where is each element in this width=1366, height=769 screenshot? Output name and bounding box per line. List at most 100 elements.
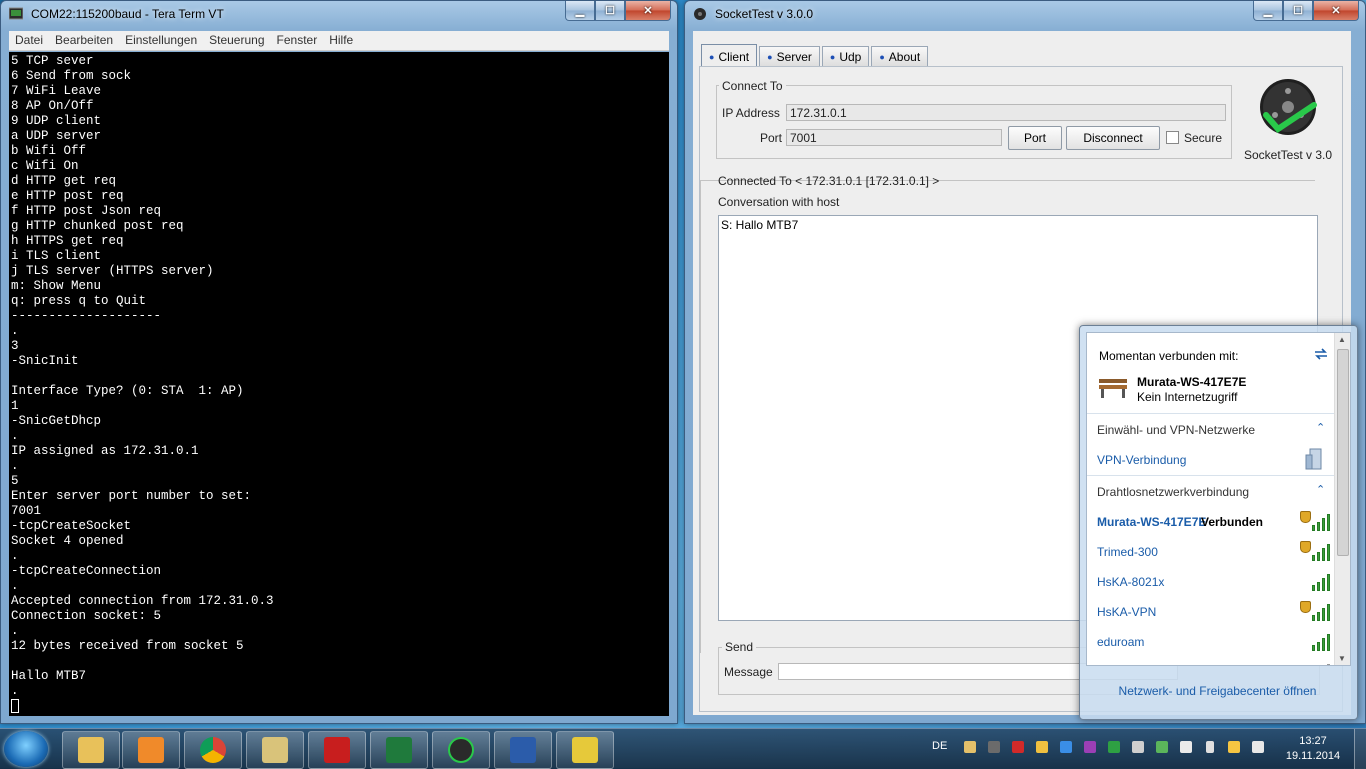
teraterm-titlebar[interactable]: COM22:115200baud - Tera Term VT ▁ ☐ ✕ — [1, 1, 677, 27]
tray-app-icon[interactable] — [988, 741, 1000, 753]
minimize-button[interactable]: ▁ — [1253, 1, 1283, 21]
wifi-network-item[interactable]: Trimed-300 — [1087, 537, 1334, 567]
teraterm-icon — [572, 737, 598, 763]
terminal-line: i TLS client — [11, 249, 102, 263]
disconnect-button[interactable]: Disconnect — [1066, 126, 1160, 150]
tab-strip: ● Client ● Server ● Udp ● About — [701, 43, 930, 68]
minimize-button[interactable]: ▁ — [565, 1, 595, 21]
chrome-icon — [200, 737, 226, 763]
divider — [1087, 475, 1334, 476]
port-field[interactable]: 7001 — [786, 129, 1002, 146]
scrollbar-thumb[interactable] — [1337, 349, 1349, 556]
refresh-icon[interactable] — [1313, 347, 1329, 361]
antivirus-icon[interactable] — [1012, 741, 1024, 753]
network-sharing-center-link[interactable]: Netzwerk- und Freigabecenter öffnen — [1086, 669, 1349, 713]
tab-udp[interactable]: ● Udp — [821, 46, 870, 67]
taskbar-teraterm-button[interactable] — [556, 731, 614, 769]
terminal-line: 5 — [11, 474, 19, 488]
ip-address-field[interactable]: 172.31.0.1 — [786, 104, 1226, 121]
taskbar-mediaplayer-button[interactable] — [122, 731, 180, 769]
close-button[interactable]: ✕ — [1313, 1, 1359, 21]
wifi-network-item[interactable]: wlik2378sd — [1087, 657, 1334, 665]
wireless-section-header[interactable]: Drahtlosnetzwerkverbindung — [1097, 485, 1344, 499]
menu-steuerung[interactable]: Steuerung — [203, 31, 270, 50]
tray-app-icon[interactable] — [1156, 741, 1168, 753]
show-desktop-button[interactable] — [1354, 729, 1366, 769]
menu-einstellungen[interactable]: Einstellungen — [119, 31, 203, 50]
vpn-server-icon — [1305, 448, 1322, 470]
flyout-scrollbar[interactable]: ▲ ▼ — [1334, 333, 1350, 665]
menu-fenster[interactable]: Fenster — [271, 31, 324, 50]
wifi-tray-icon[interactable] — [1228, 741, 1240, 753]
wifi-network-item[interactable]: Murata-WS-417E7E Verbunden — [1087, 507, 1334, 537]
terminal-line: f HTTP post Json req — [11, 204, 162, 218]
clock-time: 13:27 — [1299, 735, 1327, 747]
teraterm-window[interactable]: COM22:115200baud - Tera Term VT ▁ ☐ ✕ Da… — [0, 0, 678, 724]
taskbar-sockettest-button[interactable] — [432, 731, 490, 769]
wifi-network-item[interactable]: eduroam — [1087, 627, 1334, 657]
terminal-line: 7001 — [11, 504, 42, 518]
terminal-line: h HTTPS get req — [11, 234, 124, 248]
collapse-chevron-icon[interactable]: ⌃ — [1316, 483, 1325, 496]
menu-datei[interactable]: Datei — [9, 31, 49, 50]
excel-icon — [386, 737, 412, 763]
terminal-line: . — [11, 429, 19, 443]
taskbar-acrobat-button[interactable] — [308, 731, 366, 769]
terminal-line: -tcpCreateConnection — [11, 564, 162, 578]
taskbar-excel-button[interactable] — [370, 731, 428, 769]
onenote-icon[interactable] — [1084, 741, 1096, 753]
secure-checkbox[interactable] — [1166, 131, 1179, 144]
maximize-button[interactable]: ☐ — [595, 1, 625, 21]
taskbar-word-button[interactable] — [494, 731, 552, 769]
ip-address-label: IP Address — [722, 106, 780, 120]
dialup-section-header[interactable]: Einwähl- und VPN-Netzwerke — [1097, 423, 1344, 437]
terminal-line: Accepted connection from 172.31.0.3 — [11, 594, 274, 608]
secure-label: Secure — [1184, 131, 1223, 145]
terminal-line: d HTTP get req — [11, 174, 117, 188]
collapse-chevron-icon[interactable]: ⌃ — [1316, 421, 1325, 434]
port-button[interactable]: Port — [1008, 126, 1062, 150]
tab-about[interactable]: ● About — [871, 46, 929, 67]
volume-icon[interactable] — [1252, 741, 1264, 753]
network-flyout: Momentan verbunden mit: Murata-WS-417E7E… — [1079, 325, 1358, 720]
dropbox-icon[interactable] — [1060, 741, 1072, 753]
public-network-bench-icon — [1099, 379, 1127, 398]
tab-bullet-icon: ● — [767, 52, 773, 62]
wifi-network-item[interactable]: HsKA-VPN — [1087, 597, 1334, 627]
security-shield-icon — [1300, 511, 1311, 523]
sockettest-titlebar[interactable]: SocketTest v 3.0.0 ▁ ☐ ✕ — [685, 1, 1365, 27]
terminal-line: Interface Type? (0: STA 1: AP) — [11, 384, 244, 398]
tray-app-icon[interactable] — [1132, 741, 1144, 753]
menu-hilfe[interactable]: Hilfe — [323, 31, 359, 50]
sockettest-icon — [448, 737, 474, 763]
terminal-line: g HTTP chunked post req — [11, 219, 184, 233]
maximize-button[interactable]: ☐ — [1283, 1, 1313, 21]
action-center-flag-icon[interactable] — [1180, 741, 1192, 753]
terminal-line: j TLS server (HTTPS server) — [11, 264, 214, 278]
tray-app-icon[interactable] — [1108, 741, 1120, 753]
battery-icon[interactable] — [1206, 741, 1214, 753]
terminal-output[interactable]: 5 TCP sever 6 Send from sock 7 WiFi Leave 8… — [9, 52, 669, 716]
current-network-name: Murata-WS-417E7E — [1137, 375, 1247, 389]
tray-app-icon[interactable] — [964, 741, 976, 753]
taskbar-chrome-button[interactable] — [184, 731, 242, 769]
tab-server[interactable]: ● Server — [759, 46, 820, 67]
close-button[interactable]: ✕ — [625, 1, 671, 21]
menu-bar: Datei Bearbeiten Einstellungen Steuerung… — [9, 31, 669, 51]
menu-bearbeiten[interactable]: Bearbeiten — [49, 31, 119, 50]
tab-client[interactable]: ● Client — [701, 44, 758, 68]
conversation-text: S: Hallo MTB7 — [721, 218, 799, 232]
network-folder-icon — [262, 737, 288, 763]
scroll-up-icon[interactable]: ▲ — [1338, 335, 1346, 344]
taskbar-folder2-button[interactable] — [246, 731, 304, 769]
clock[interactable]: 13:27 19.11.2014 — [1278, 734, 1348, 764]
scroll-down-icon[interactable]: ▼ — [1338, 654, 1346, 663]
tray-app-icon[interactable] — [1036, 741, 1048, 753]
taskbar-explorer-button[interactable] — [62, 731, 120, 769]
terminal-line: b Wifi Off — [11, 144, 87, 158]
terminal-line: -------------------- — [11, 309, 162, 323]
language-indicator[interactable]: DE — [932, 740, 947, 752]
wifi-network-item[interactable]: HsKA-8021x — [1087, 567, 1334, 597]
start-button[interactable] — [4, 731, 48, 767]
